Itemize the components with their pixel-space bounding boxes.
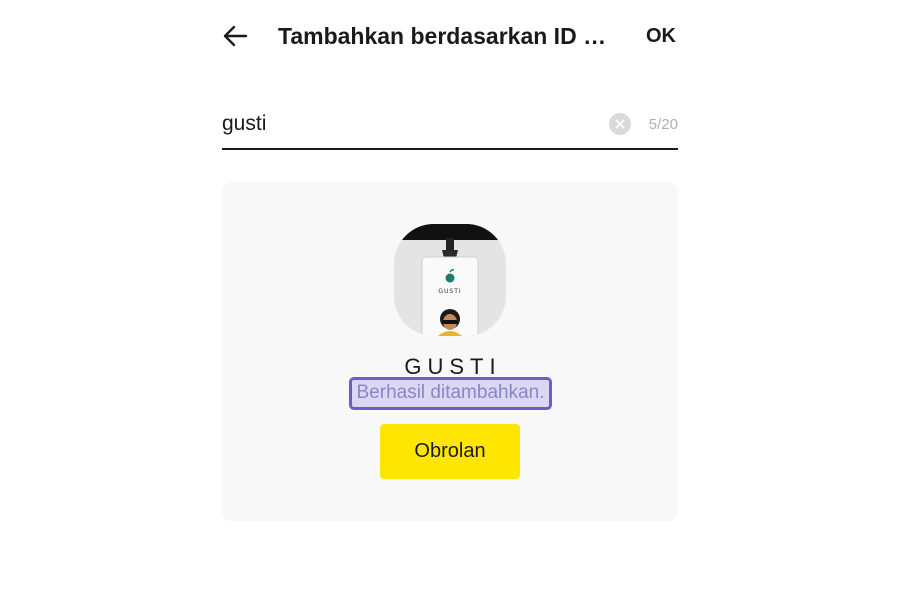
back-button[interactable] (222, 19, 256, 53)
ok-button[interactable]: OK (646, 25, 678, 48)
id-search-field: 5/20 (222, 100, 678, 150)
header-bar: Tambahkan berdasarkan ID Ka... OK (222, 14, 678, 58)
clear-icon (615, 119, 625, 129)
added-status-text: Berhasil ditambahkan. (348, 377, 552, 410)
profile-picture: GUSTI (394, 224, 506, 336)
chat-button[interactable]: Obrolan (380, 424, 520, 479)
arrow-left-icon (223, 25, 248, 47)
status-row: Berhasil ditambahkan. (222, 377, 678, 410)
app-window: Tambahkan berdasarkan ID Ka... OK 5/20 (0, 0, 900, 589)
search-result-card: GUSTI GUSTI Berhasil ditambahkan. Obrola… (222, 182, 678, 521)
badge-text: GUSTI (438, 288, 461, 295)
clear-button[interactable] (609, 113, 631, 135)
avatar[interactable]: GUSTI (394, 224, 506, 336)
page-title: Tambahkan berdasarkan ID Ka... (278, 22, 618, 49)
character-counter: 5/20 (648, 115, 678, 133)
search-input[interactable] (222, 104, 609, 144)
